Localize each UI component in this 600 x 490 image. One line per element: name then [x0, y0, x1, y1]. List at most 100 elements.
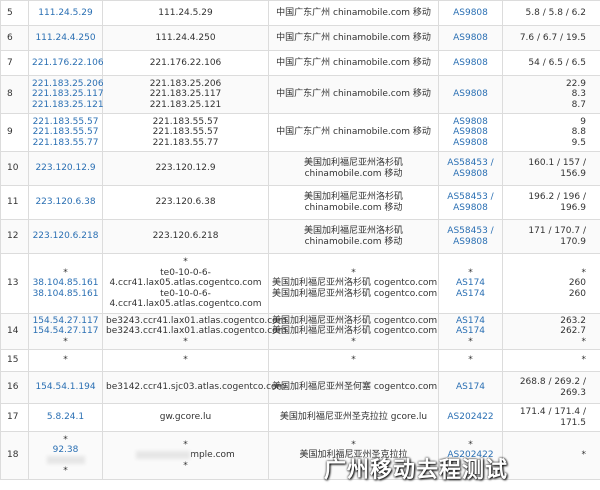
- ip-cell-value[interactable]: 223.120.6.38: [32, 197, 99, 208]
- as-cell-value[interactable]: AS174: [442, 316, 499, 327]
- ip-cell-value[interactable]: 111.24.4.250: [32, 33, 99, 44]
- ip-cell-value[interactable]: 221.183.55.57: [32, 117, 99, 128]
- ip-cell-value[interactable]: 221.183.25.117: [32, 89, 104, 100]
- watermark-text: 广州移动去程测试: [324, 458, 509, 483]
- geo-cell-value: 美国加利福尼亚州洛杉矶 cogentco.com: [272, 326, 438, 337]
- geo-cell-value: chinamobile.com 移动: [304, 168, 403, 179]
- hostname-cell-value: 111.24.4.250: [155, 32, 216, 43]
- ip-cell-value[interactable]: 92.38: [32, 445, 99, 456]
- ip-cell: * 38.104.85.161 38.104.85.161: [28, 253, 103, 314]
- table-row: 5 111.24.5.29 111.24.5.29 中国广东广州 chinamobil…: [0, 0, 600, 26]
- ip-cell: 111.24.5.29: [28, 0, 103, 26]
- rtt-cell: 5.8 / 5.8 / 6.2: [502, 0, 600, 26]
- hostname-cell-value: 223.120.12.9: [155, 163, 216, 174]
- ip-cell: 223.120.6.38: [28, 185, 103, 220]
- ip-cell-value[interactable]: 221.183.55.77: [32, 138, 99, 149]
- hop-number: 12: [7, 231, 19, 242]
- as-cell-value[interactable]: AS174: [442, 382, 499, 393]
- table-row: 8 221.183.25.206 221.183.25.117 221.183.25.…: [0, 75, 600, 114]
- geo-cell: 中国广东广州 chinamobile.com 移动: [268, 0, 439, 26]
- ip-cell-value[interactable]: 154.54.27.117: [32, 326, 99, 337]
- hostname-cell-value: 221.183.55.57: [152, 127, 219, 138]
- ip-cell-value[interactable]: 221.183.25.206: [32, 79, 104, 90]
- rtt-cell-value: 160.1 / 157 /: [528, 158, 586, 168]
- rtt-cell: 22.9 8.3 8.7: [502, 75, 600, 114]
- ip-cell: *: [28, 349, 103, 372]
- as-cell-value[interactable]: AS174: [442, 278, 499, 289]
- rtt-cell: 9 8.8 9.5: [502, 113, 600, 152]
- ip-cell-value[interactable]: 221.183.55.57: [32, 127, 99, 138]
- hostname-cell-value: 221.183.25.117: [149, 89, 222, 100]
- as-cell-value[interactable]: AS9808: [442, 33, 499, 44]
- as-cell: * AS174 AS174: [438, 253, 503, 314]
- ip-cell-value[interactable]: 221.183.25.121: [32, 100, 104, 111]
- hostname-cell-value: mple.com: [190, 450, 235, 461]
- as-cell-value[interactable]: AS9808: [442, 8, 499, 19]
- ip-cell-value[interactable]: 38.104.85.161: [32, 278, 99, 289]
- hop-cell: 11: [0, 185, 29, 220]
- table-row: 9 221.183.55.57 221.183.55.57 221.183.55.77…: [0, 113, 600, 152]
- hop-number: 15: [7, 355, 19, 366]
- hop-cell: 16: [0, 371, 29, 404]
- hostname-cell: 221.176.22.106: [102, 50, 269, 76]
- hostname-cell: 111.24.4.250: [102, 25, 269, 51]
- as-cell-value[interactable]: AS174: [442, 326, 499, 337]
- as-cell: AS9808: [438, 50, 503, 76]
- geo-cell-value: 中国广东广州 chinamobile.com 移动: [276, 57, 431, 68]
- geo-cell-value: chinamobile.com 移动: [304, 202, 403, 213]
- ip-cell-value[interactable]: 38.104.85.161: [32, 289, 99, 300]
- hop-cell: 15: [0, 349, 29, 372]
- ip-cell-value[interactable]: 223.120.6.218: [32, 231, 99, 242]
- ip-cell: 223.120.6.218: [28, 219, 103, 254]
- geo-cell-value: 中国广东广州 chinamobile.com 移动: [276, 32, 431, 43]
- rtt-cell: 268.8 / 269.2 /269.3: [502, 371, 600, 404]
- hostname-cell-value: 111.24.5.29: [158, 7, 213, 18]
- as-cell-value[interactable]: AS202422: [442, 412, 499, 423]
- as-cell-value[interactable]: AS9808: [442, 127, 499, 138]
- hostname-cell-value: 221.183.25.121: [149, 99, 222, 110]
- ip-cell-value[interactable]: 154.54.1.194: [32, 382, 99, 393]
- hostname-cell-value: gw.gcore.lu: [159, 412, 212, 423]
- geo-cell-value: chinamobile.com 移动: [304, 236, 403, 247]
- as-cell-value[interactable]: AS9808: [442, 237, 499, 248]
- hostname-cell-value: 223.120.6.38: [155, 197, 216, 208]
- rtt-cell: 196.2 / 196 /196.9: [502, 185, 600, 220]
- ip-cell-value[interactable]: 111.24.5.29: [32, 8, 99, 19]
- rtt-cell-value: 5.8 / 5.8 / 6.2: [525, 7, 586, 18]
- hostname-cell-value: 221.183.55.77: [152, 137, 219, 148]
- hostname-cell-value: 221.183.55.57: [152, 116, 219, 127]
- as-cell-value[interactable]: AS58453 /: [442, 192, 499, 203]
- geo-cell-value: 美国加利福尼亚州洛杉矶 cogentco.com: [272, 278, 438, 289]
- rtt-cell-value: 263.2: [560, 315, 586, 326]
- hostname-cell-value: be3142.ccr41.sjc03.atlas.cogentco.com: [106, 382, 286, 393]
- geo-cell-value: 中国广东广州 chinamobile.com 移动: [276, 89, 431, 100]
- ip-cell-value: *: [63, 466, 68, 476]
- hostname-cell: 223.120.6.218: [102, 219, 269, 254]
- geo-cell-value: *: [351, 336, 356, 347]
- as-cell-value[interactable]: AS9808: [442, 138, 499, 149]
- hop-cell: 8: [0, 75, 29, 114]
- hostname-cell-value: *: [183, 355, 188, 366]
- as-cell-value[interactable]: AS9808: [442, 89, 499, 100]
- hostname-cell-value: *: [183, 257, 188, 268]
- hostname-cell: be3243.ccr41.lax01.atlas.cogentco.com be3…: [102, 313, 287, 350]
- ip-cell-value[interactable]: 223.120.12.9: [32, 163, 99, 174]
- ip-cell-value[interactable]: 221.176.22.106: [32, 58, 104, 69]
- as-cell-value[interactable]: AS9808: [442, 117, 499, 128]
- as-cell-value[interactable]: AS9808: [442, 58, 499, 69]
- ip-cell-value[interactable]: 154.54.27.117: [32, 316, 99, 327]
- geo-cell: * 美国加利福尼亚州洛杉矶 cogentco.com 美国加利福尼亚州洛杉矶 cog…: [268, 253, 439, 314]
- table-row: 11 223.120.6.38 223.120.6.38 美国加利福尼亚州洛杉矶 chi…: [0, 185, 600, 220]
- as-cell-value[interactable]: AS9808: [442, 203, 499, 214]
- geo-cell-value: 美国加利福尼亚州洛杉矶 cogentco.com: [272, 315, 438, 326]
- as-cell-value[interactable]: AS58453 /: [442, 226, 499, 237]
- hostname-cell: 111.24.5.29: [102, 0, 269, 26]
- ip-cell-value[interactable]: 5.8.24.1: [32, 412, 99, 423]
- as-cell-value[interactable]: AS174: [442, 289, 499, 300]
- geo-cell-value: 美国加利福尼亚州洛杉矶: [303, 226, 403, 236]
- rtt-cell-value: 269.3: [560, 387, 586, 398]
- table-row: 18 * 92.38 * * mple.com * * 美国加利福尼亚州圣克拉拉 * * AS2024…: [0, 431, 600, 480]
- as-cell-value[interactable]: AS9808: [442, 169, 499, 180]
- rtt-cell-value: 260: [568, 288, 586, 299]
- as-cell-value[interactable]: AS58453 /: [442, 158, 499, 169]
